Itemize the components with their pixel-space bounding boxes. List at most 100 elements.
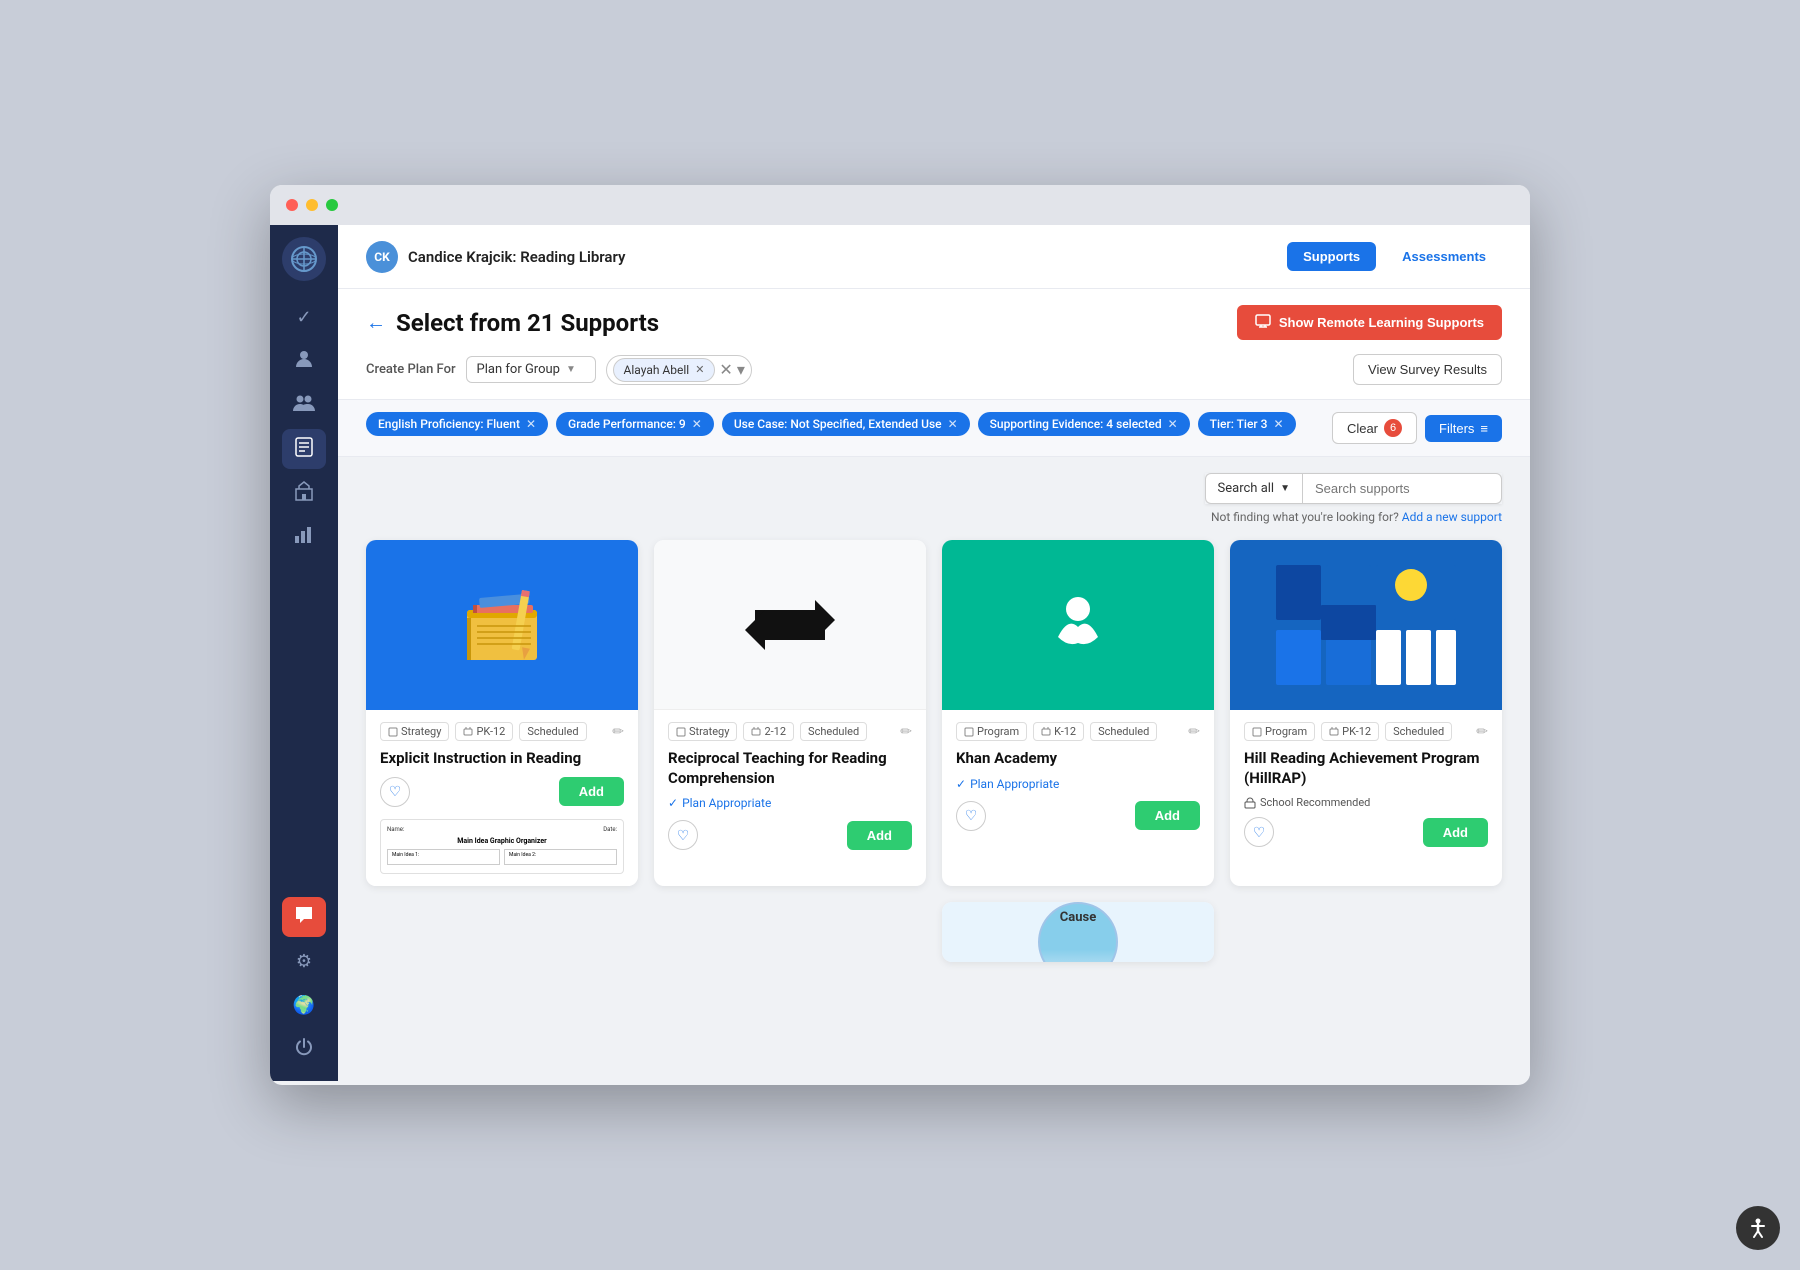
sidebar-item-checkmark[interactable]: ✓ [282, 297, 326, 337]
assessments-button[interactable]: Assessments [1386, 242, 1502, 271]
filters-button[interactable]: Filters ≡ [1425, 415, 1502, 442]
search-dropdown-chevron: ▼ [1280, 483, 1290, 494]
card4-tag-scheduled: Scheduled [1385, 722, 1452, 741]
card4-tag-program: Program [1244, 722, 1315, 741]
card3-plan-label: Plan Appropriate [970, 777, 1059, 791]
page-header: ← Select from 21 Supports Show Remote Le… [338, 289, 1530, 400]
add-new-support-link[interactable]: Add a new support [1402, 510, 1502, 524]
filter-tag-english[interactable]: English Proficiency: Fluent ✕ [366, 412, 548, 436]
card1-tag-grade-label: PK-12 [476, 725, 505, 738]
plan-option-text: Plan for Group [477, 362, 560, 377]
search-row: Search all ▼ [366, 473, 1502, 504]
card-khan-academy: Program K-12 Scheduled ✏ Khan Academy [942, 540, 1214, 886]
add-student-chevron[interactable]: ▾ [737, 360, 745, 379]
accessibility-icon [1747, 1217, 1769, 1239]
globe-icon: 🌍 [293, 995, 315, 1016]
page-heading: Select from 21 Supports [396, 309, 659, 337]
card3-tag-scheduled: Scheduled [1090, 722, 1157, 741]
logo-icon [290, 245, 318, 273]
group-icon [293, 393, 315, 418]
clear-button[interactable]: Clear 6 [1332, 412, 1417, 444]
sidebar-item-document[interactable] [282, 429, 326, 469]
sidebar-item-chart[interactable] [282, 517, 326, 557]
khan-hexagon [1018, 565, 1138, 685]
filter-tag-usecase[interactable]: Use Case: Not Specified, Extended Use ✕ [722, 412, 970, 436]
accessibility-button[interactable] [1736, 1206, 1780, 1250]
card-reciprocal-teaching: Strategy 2-12 Scheduled ✏ Reciprocal Tea… [654, 540, 926, 886]
card3-tags: Program K-12 Scheduled ✏ [956, 722, 1200, 741]
search-input[interactable] [1302, 473, 1502, 504]
sidebar-item-person[interactable] [282, 341, 326, 381]
create-plan-label: Create Plan For [366, 362, 456, 377]
remove-filter-evidence[interactable]: ✕ [1168, 417, 1178, 431]
card4-add-button[interactable]: Add [1423, 818, 1488, 847]
cards-grid: Strategy PK-12 Scheduled ✏ [366, 540, 1502, 886]
card-cause-partial: Cause [942, 902, 1214, 962]
cards-row2: Cause [366, 902, 1502, 962]
filter-tag-grade[interactable]: Grade Performance: 9 ✕ [556, 412, 714, 436]
view-survey-button[interactable]: View Survey Results [1353, 354, 1502, 385]
remote-learning-button[interactable]: Show Remote Learning Supports [1237, 305, 1502, 340]
clear-students-button[interactable]: ✕ [719, 360, 732, 379]
school-rec-label: School Recommended [1260, 796, 1370, 809]
card1-favorite-button[interactable]: ♡ [380, 777, 410, 807]
sidebar-item-chat[interactable] [282, 897, 326, 937]
remove-student-button[interactable]: ✕ [695, 363, 704, 376]
card1-edit-icon[interactable]: ✏ [612, 724, 624, 740]
close-dot[interactable] [286, 199, 298, 211]
card3-image [942, 540, 1214, 710]
card2-add-button[interactable]: Add [847, 821, 912, 850]
card2-image [654, 540, 926, 710]
card4-favorite-button[interactable]: ♡ [1244, 817, 1274, 847]
card1-add-button[interactable]: Add [559, 777, 624, 806]
card1-tag-strategy-label: Strategy [401, 725, 441, 738]
remove-filter-usecase[interactable]: ✕ [948, 417, 958, 431]
supports-button[interactable]: Supports [1287, 242, 1376, 271]
books-illustration [447, 570, 557, 680]
checkmark-icon: ✓ [296, 307, 311, 328]
remove-filter-grade[interactable]: ✕ [692, 417, 702, 431]
clear-label: Clear [1347, 421, 1378, 436]
sidebar-item-building[interactable] [282, 473, 326, 513]
maximize-dot[interactable] [326, 199, 338, 211]
card3-add-button[interactable]: Add [1135, 801, 1200, 830]
back-button[interactable]: ← [366, 310, 386, 335]
card3-favorite-button[interactable]: ♡ [956, 801, 986, 831]
sidebar-item-globe[interactable]: 🌍 [282, 985, 326, 1025]
page-title-row: ← Select from 21 Supports Show Remote Le… [366, 305, 1502, 340]
filter-tag-tier[interactable]: Tier: Tier 3 ✕ [1198, 412, 1296, 436]
card2-tag-strategy: Strategy [668, 722, 737, 741]
card3-edit-icon[interactable]: ✏ [1188, 724, 1200, 740]
filter-tag-tier-label: Tier: Tier 3 [1210, 417, 1268, 431]
sidebar-logo[interactable] [282, 237, 326, 281]
sidebar-item-settings[interactable]: ⚙ [282, 941, 326, 981]
card4-edit-icon[interactable]: ✏ [1476, 724, 1488, 740]
card4-tag-grade: PK-12 [1321, 722, 1379, 741]
avatar: CK [366, 241, 398, 273]
card2-tags: Strategy 2-12 Scheduled ✏ [668, 722, 912, 741]
card3-plan-check: ✓ Plan Appropriate [956, 777, 1200, 791]
building-icon [294, 481, 314, 506]
filter-tag-evidence[interactable]: Supporting Evidence: 4 selected ✕ [978, 412, 1190, 436]
plan-for-select[interactable]: Plan for Group ▼ [466, 356, 596, 383]
card4-footer: ♡ Add [1244, 817, 1488, 847]
student-tag-group: Alayah Abell ✕ ✕ ▾ [606, 355, 752, 385]
browser-chrome [270, 185, 1530, 225]
search-dropdown[interactable]: Search all ▼ [1205, 473, 1302, 504]
remove-filter-english[interactable]: ✕ [526, 417, 536, 431]
filter-tags: English Proficiency: Fluent ✕ Grade Perf… [366, 412, 1296, 436]
card4-image [1230, 540, 1502, 710]
minimize-dot[interactable] [306, 199, 318, 211]
card1-tags: Strategy PK-12 Scheduled ✏ [380, 722, 624, 741]
card4-tags: Program PK-12 Scheduled ✏ [1244, 722, 1488, 741]
main-content: CK Candice Krajcik: Reading Library Supp… [338, 225, 1530, 1081]
sidebar-item-group[interactable] [282, 385, 326, 425]
remove-filter-tier[interactable]: ✕ [1273, 417, 1283, 431]
card2-edit-icon[interactable]: ✏ [900, 724, 912, 740]
worksheet-thumbnail: Name:Date: Main Idea Graphic Organizer M… [380, 819, 624, 874]
top-header: CK Candice Krajcik: Reading Library Supp… [338, 225, 1530, 289]
create-plan-left: Create Plan For Plan for Group ▼ Alayah … [366, 355, 752, 385]
card2-title: Reciprocal Teaching for Reading Comprehe… [668, 749, 912, 788]
card2-favorite-button[interactable]: ♡ [668, 820, 698, 850]
sidebar-item-power[interactable] [282, 1029, 326, 1069]
